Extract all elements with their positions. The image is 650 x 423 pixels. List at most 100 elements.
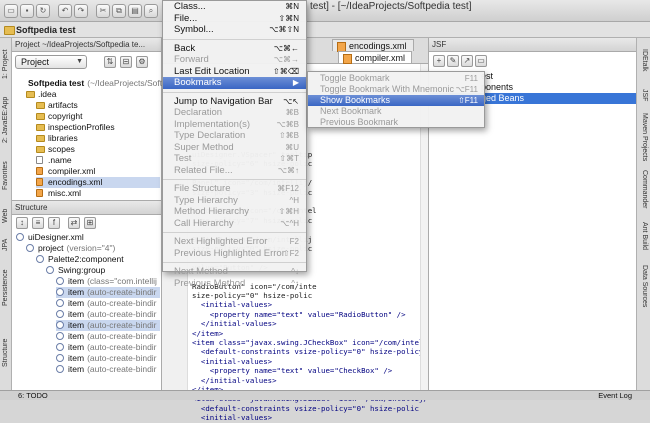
tree-item-label: scopes — [48, 144, 75, 154]
tree-item-attr: (auto-create-bindir — [87, 298, 157, 308]
folder-open-icon[interactable]: ▭ — [4, 4, 18, 18]
structure-tree-item[interactable]: Palette2:component — [36, 254, 160, 265]
structure-tree-item[interactable]: item (auto-create-bindir — [56, 364, 160, 375]
structure-tree-item[interactable]: item (auto-create-bindir — [56, 309, 160, 320]
project-tree-item[interactable]: Softpedia test (~/IdeaProjects/Softpe — [16, 78, 172, 89]
menu-item[interactable]: Class... ⌘N — [163, 1, 306, 13]
expand-all-icon[interactable]: ⊞ — [84, 217, 96, 229]
menu-separator — [163, 179, 306, 180]
menu-separator — [163, 262, 306, 263]
project-tree-item[interactable]: copyright — [36, 111, 160, 122]
menu-item: Previous Highlighted Error ⇧F2 — [163, 248, 306, 260]
gear-icon[interactable]: ⚙ — [136, 56, 148, 68]
redo-icon[interactable]: ↷ — [74, 4, 88, 18]
project-tree-item[interactable]: artifacts — [36, 100, 160, 111]
folder-icon — [36, 113, 45, 120]
project-tree-item[interactable]: .name — [36, 155, 160, 166]
left-tool-tab[interactable]: JPA — [0, 234, 12, 256]
right-tool-tab[interactable]: Data Sources — [637, 264, 650, 308]
sync-panel-icon[interactable]: ⇅ — [104, 56, 116, 68]
right-tool-tab[interactable]: JSF — [637, 84, 650, 106]
structure-tree-item[interactable]: Swing:group — [46, 265, 160, 276]
xml-tag-icon — [26, 244, 34, 252]
autoscroll-icon[interactable]: ⇄ — [68, 217, 80, 229]
project-tree-item[interactable]: scopes — [36, 144, 160, 155]
left-tool-tab[interactable]: 2: JavaEE:App — [0, 90, 12, 150]
menu-item-shortcut: ⇧F2 — [282, 248, 299, 258]
menu-item: Call Hierarchy ⌥^H — [163, 218, 306, 230]
structure-tree-item[interactable]: item (class="com.intellij — [56, 276, 160, 287]
menu-item-label: Type Declaration — [174, 130, 246, 141]
code-line: <item class="javax.swing.JCheckBox" icon… — [192, 338, 428, 347]
menu-item[interactable]: Jump to Navigation Bar ⌥↖ — [163, 96, 306, 108]
jsf-edit-icon[interactable]: ✎ — [447, 55, 459, 67]
structure-tree-item[interactable]: item (auto-create-bindir — [56, 287, 160, 298]
structure-tree-item[interactable]: item (auto-create-bindir — [56, 320, 160, 331]
menu-item-shortcut: ^↓ — [291, 267, 299, 276]
breadcrumb-project[interactable]: Softpedia test — [2, 23, 76, 37]
sort-alpha-icon[interactable]: ↕ — [16, 217, 28, 229]
project-view-select[interactable]: Project ▼ — [15, 55, 87, 69]
menu-item-label: Next Highlighted Error — [174, 236, 268, 247]
menu-item-shortcut: ⌘B — [285, 108, 299, 117]
structure-tree-item[interactable]: item (auto-create-bindir — [56, 331, 160, 342]
left-tool-strip: 1: Project 2: JavaEE:App Favorites Web JPA Pe… — [0, 38, 12, 390]
menu-item-label: Previous Method — [174, 277, 246, 289]
tree-item-label: item — [68, 320, 85, 330]
collapse-all-icon[interactable]: ⊟ — [120, 56, 132, 68]
project-tree-item[interactable]: compiler.xml — [36, 166, 160, 177]
sync-icon[interactable]: ↻ — [36, 4, 50, 18]
tree-item-label: item — [68, 298, 85, 308]
code-line: size-policy="0" hsize-polic — [192, 291, 313, 300]
structure-tree-item[interactable]: item (auto-create-bindir — [56, 298, 160, 309]
project-tree-item[interactable]: misc.xml — [36, 188, 160, 199]
submenu-item-shortcut: F11 — [464, 74, 478, 83]
right-tool-tab[interactable]: Commander — [637, 168, 650, 210]
left-tool-tab[interactable]: 1: Project — [0, 42, 12, 86]
project-tree-item[interactable]: inspectionProfiles — [36, 122, 160, 133]
submenu-item[interactable]: Show Bookmarks ⇧F11 — [308, 95, 484, 106]
menu-item-label: Back — [174, 42, 196, 54]
save-icon[interactable]: ▪ — [20, 4, 34, 18]
jsf-navigate-icon[interactable]: ↗ — [461, 55, 473, 67]
jsf-add-icon[interactable]: + — [433, 55, 445, 67]
left-tool-tab[interactable]: Favorites — [0, 156, 12, 196]
undo-icon[interactable]: ↶ — [58, 4, 72, 18]
paste-icon[interactable]: ▤ — [128, 4, 142, 18]
tab-encodings-xml[interactable]: encodings.xml — [332, 39, 414, 52]
project-tree-item[interactable]: libraries — [36, 133, 160, 144]
structure-tree-item[interactable]: item (auto-create-bindir — [56, 353, 160, 364]
project-tree-item[interactable]: .idea — [26, 89, 160, 100]
structure-panel: Structure ↕ ≡ f ⇄ ⊞ uiDesigner.xml projec… — [12, 200, 162, 390]
tab-compiler-xml[interactable]: compiler.xml — [338, 51, 413, 64]
right-tool-tab[interactable]: Maven Projects — [637, 112, 650, 162]
menu-item[interactable]: Last Edit Location ⇧⌘⌫ — [163, 66, 306, 78]
submenu-item-label: Toggle Bookmark — [320, 73, 390, 83]
sort-visibility-icon[interactable]: ≡ — [32, 217, 44, 229]
project-tree-item[interactable]: encodings.xml — [36, 177, 160, 188]
find-icon[interactable]: ⌕ — [144, 4, 158, 18]
menu-item[interactable]: Back ⌥⌘← — [163, 43, 306, 55]
jsf-folder-icon[interactable]: ▭ — [475, 55, 487, 67]
submenu-item: Toggle Bookmark With Mnemonic ⌥F11 — [308, 84, 484, 95]
structure-tree-item[interactable]: project (version="4") — [26, 243, 160, 254]
menu-item[interactable]: File... ⇧⌘N — [163, 13, 306, 25]
show-fields-icon[interactable]: f — [48, 217, 60, 229]
xml-tag-icon — [56, 343, 64, 351]
right-tool-tab[interactable]: Ant Build — [637, 216, 650, 256]
structure-tree-item[interactable]: uiDesigner.xml — [16, 232, 160, 243]
copy-icon[interactable]: ⧉ — [112, 4, 126, 18]
menu-item-shortcut: ^↑ — [291, 278, 299, 288]
structure-tree-item[interactable]: item (auto-create-bindir — [56, 342, 160, 353]
menu-item-shortcut: ⌥⌘⇧N — [269, 25, 299, 34]
right-tool-tab[interactable]: IDEtalk — [637, 42, 650, 78]
left-tool-tab[interactable]: Web — [0, 202, 12, 230]
menu-item[interactable]: Bookmarks ▶ — [163, 77, 306, 89]
menu-item: Declaration ⌘B — [163, 107, 306, 119]
cut-icon[interactable]: ✂ — [96, 4, 110, 18]
left-tool-tab[interactable]: Structure — [0, 328, 12, 378]
left-tool-tab[interactable]: Persistence — [0, 260, 12, 316]
submenu-item-shortcut: ⌥F11 — [455, 85, 478, 94]
menu-item[interactable]: Symbol... ⌥⌘⇧N — [163, 24, 306, 36]
tree-item-label: uiDesigner.xml — [28, 232, 84, 242]
